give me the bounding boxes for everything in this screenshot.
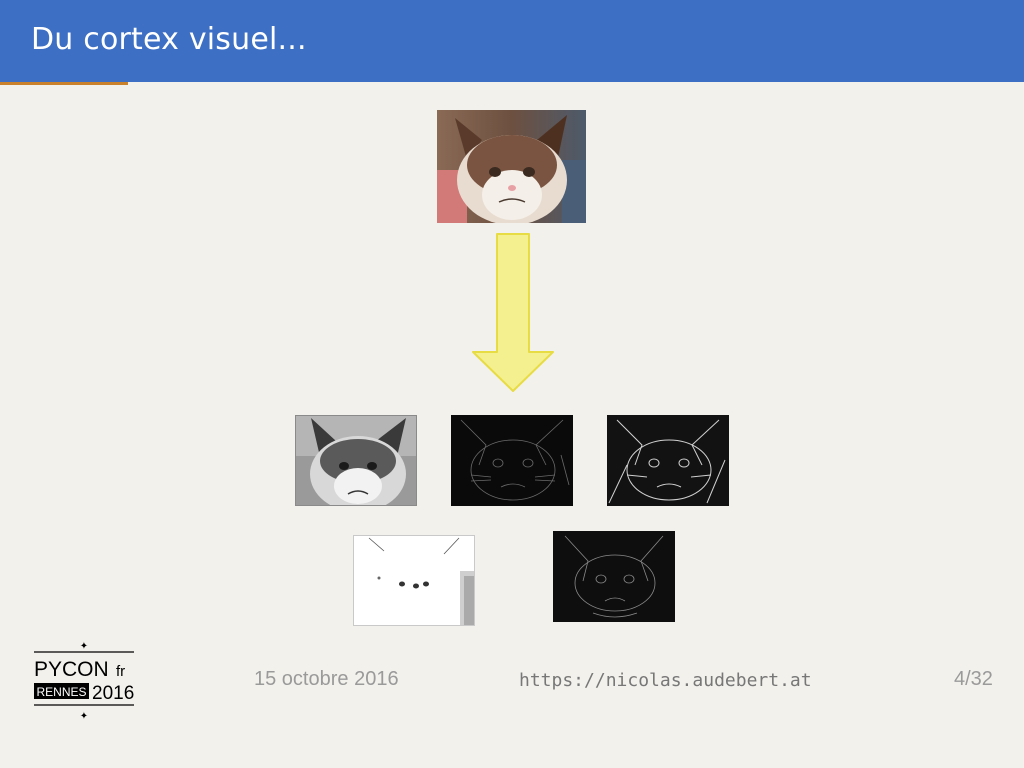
down-arrow	[472, 233, 554, 392]
feature-map-edges-dark	[451, 415, 573, 506]
footer-url[interactable]: https://nicolas.audebert.at	[519, 670, 812, 691]
pycon-logo: ✦ ✦ PYCON fr RENNES 2016	[34, 641, 134, 722]
feature-map-grayscale	[295, 415, 417, 506]
progress-bar	[0, 82, 128, 85]
feature-map-contours	[553, 531, 675, 622]
svg-text:✦: ✦	[80, 641, 88, 652]
logo-city: RENNES	[36, 685, 86, 699]
svg-text:✦: ✦	[80, 711, 88, 722]
feature-map-threshold	[353, 535, 475, 626]
feature-map-edges-bright	[607, 415, 729, 506]
page-number: 4/32	[954, 668, 993, 690]
slide-title: Du cortex visuel...	[31, 22, 307, 57]
logo-brand: PYCON	[34, 658, 109, 681]
title-bar: Du cortex visuel...	[0, 0, 1024, 82]
cat-photo	[437, 110, 586, 223]
logo-suffix: fr	[116, 663, 125, 680]
logo-year: 2016	[92, 683, 134, 704]
footer-date: 15 octobre 2016	[254, 668, 399, 690]
